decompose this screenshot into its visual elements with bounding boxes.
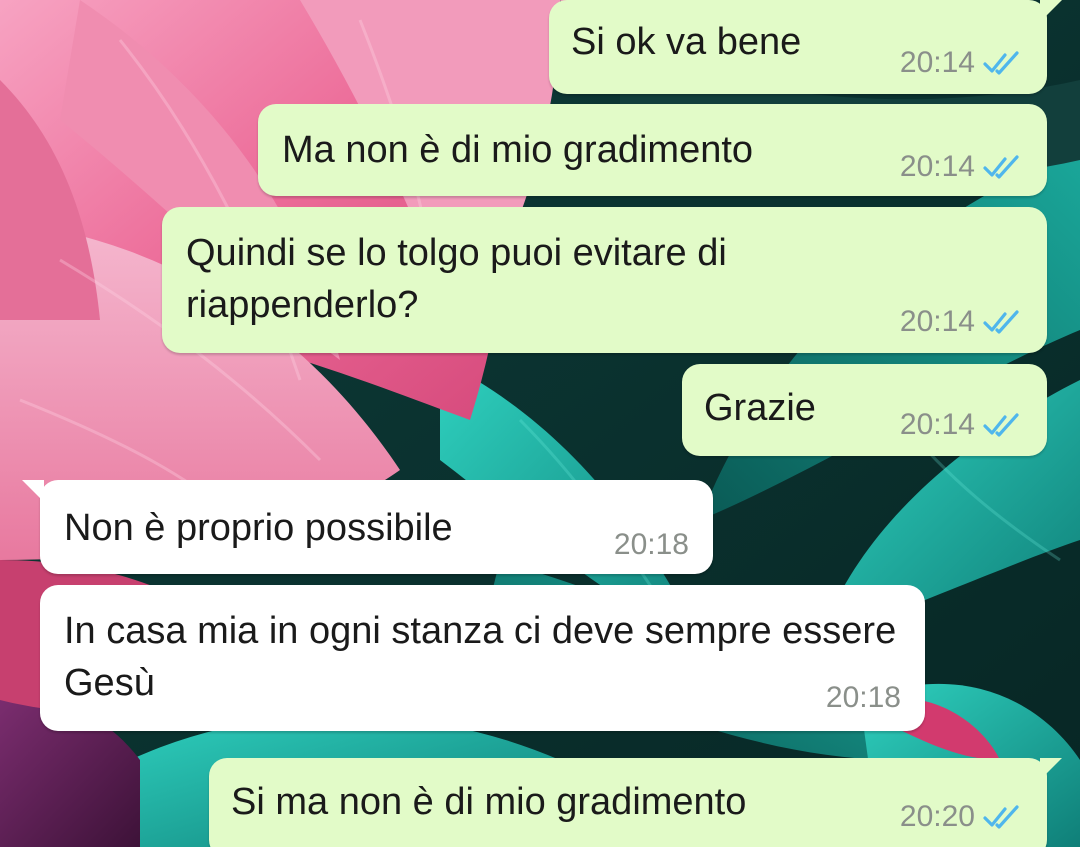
message-timestamp: 20:18 [613,528,689,561]
message-bubble-outgoing[interactable]: Si ok va bene 20:14 [549,0,1047,94]
double-check-icon [983,51,1019,75]
bubble-tail [1040,0,1062,22]
message-timestamp: 20:18 [825,681,901,714]
message-text: Quindi se lo tolgo puoi evitare di riapp… [186,232,738,326]
message-text: Si ok va bene [571,21,802,63]
double-check-icon [983,413,1019,437]
bubble-tail [22,480,44,502]
message-text: Grazie [704,387,816,429]
message-bubble-incoming[interactable]: In casa mia in ogni stanza ci deve sempr… [40,585,925,731]
double-check-icon [983,310,1019,334]
message-timestamp: 20:20 [899,800,975,833]
message-text: Non è proprio possibile [64,507,453,549]
double-check-icon [983,155,1019,179]
message-timestamp: 20:14 [899,150,975,183]
message-text: Si ma non è di mio gradimento [231,781,747,823]
message-text: In casa mia in ogni stanza ci deve sempr… [64,610,907,704]
bubble-tail [1040,758,1062,780]
message-bubble-incoming[interactable]: Non è proprio possibile 20:18 [40,480,713,574]
message-text: Ma non è di mio gradimento [282,129,754,171]
message-bubble-outgoing[interactable]: Quindi se lo tolgo puoi evitare di riapp… [162,207,1047,353]
message-bubble-outgoing[interactable]: Ma non è di mio gradimento 20:14 [258,104,1047,196]
double-check-icon [983,805,1019,829]
message-timestamp: 20:14 [899,46,975,79]
message-bubble-outgoing[interactable]: Si ma non è di mio gradimento 20:20 [209,758,1047,847]
message-timestamp: 20:14 [899,408,975,441]
message-timestamp: 20:14 [899,305,975,338]
message-bubble-outgoing[interactable]: Grazie 20:14 [682,364,1047,456]
